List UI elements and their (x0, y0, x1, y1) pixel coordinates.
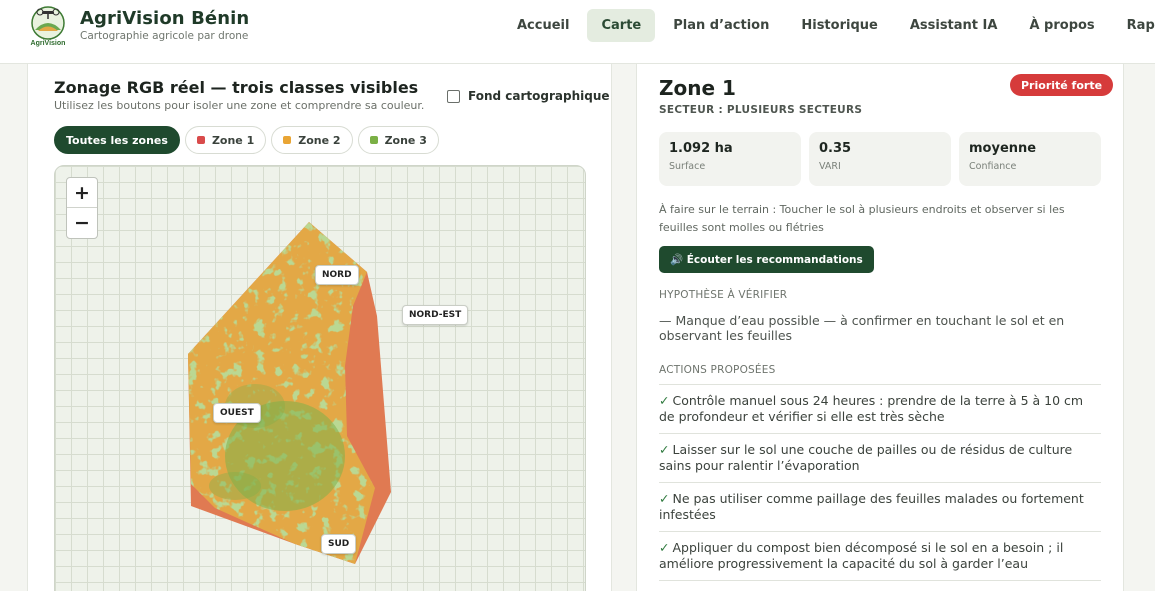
brand-tagline: Cartographie agricole par drone (80, 30, 249, 42)
label-ouest[interactable]: OUEST (213, 403, 261, 423)
stat-confiance-label: Confiance (969, 161, 1017, 172)
action-item: ✓ Contrôle manuel sous 24 heures : prendr… (659, 385, 1101, 434)
nav-assistant-ia[interactable]: Assistant IA (896, 9, 1012, 42)
zone-3-color-dot (369, 136, 378, 144)
action-text: Appliquer du compost bien décomposé si l… (659, 540, 1064, 571)
field-polygon-layer[interactable] (55, 166, 586, 591)
zone-filter-group: Toutes les zones Zone 1 Zone 2 Zone 3 (54, 126, 444, 154)
listen-recommendations-button[interactable]: 🔊 Écouter les recommandations (659, 246, 874, 273)
nav-carte[interactable]: Carte (587, 9, 656, 42)
map-panel: Zonage RGB réel — trois classes visibles… (27, 64, 612, 591)
zoom-out-button[interactable]: − (67, 208, 97, 238)
stat-vari-label: VARI (819, 161, 841, 172)
nav-plan-action[interactable]: Plan d’action (659, 9, 783, 42)
zone-detail-panel: Zone 1 SECTEUR : PLUSIEURS SECTEURS Prio… (636, 64, 1124, 591)
action-text: Contrôle manuel sous 24 heures : prendre… (659, 393, 1084, 424)
actions-list: ✓ Contrôle manuel sous 24 heures : prendr… (659, 384, 1101, 581)
zoom-in-button[interactable]: + (67, 178, 97, 208)
zone-2-color-dot (283, 136, 292, 144)
action-item: ✓ Ne pas utiliser comme paillage des feui… (659, 483, 1101, 532)
stat-vari-value: 0.35 (819, 141, 852, 156)
basemap-toggle[interactable]: Fond cartographique (447, 89, 610, 103)
stat-confiance-value: moyenne (969, 141, 1037, 156)
map-panel-title: Zonage RGB réel — trois classes visibles (54, 78, 419, 97)
zone-title: Zone 1 (659, 76, 736, 100)
field-task-text: À faire sur le terrain : Toucher le sol … (659, 203, 1065, 234)
stat-surface-value: 1.092 ha (669, 141, 733, 156)
basemap-checkbox[interactable] (447, 89, 460, 103)
stat-surface: 1.092 ha Surface (659, 132, 801, 186)
filter-zone-1-label: Zone 1 (211, 133, 255, 147)
basemap-label: Fond cartographique (468, 89, 610, 103)
hypothesis-text: — Manque d’eau possible — à confirmer en… (659, 313, 1065, 343)
nav-rapport[interactable]: Rapport (1113, 9, 1155, 42)
stat-surface-label: Surface (669, 161, 706, 172)
filter-zone-1[interactable]: Zone 1 (184, 126, 267, 154)
label-nord-est[interactable]: NORD-EST (402, 305, 469, 325)
nav-a-propos[interactable]: À propos (1015, 9, 1108, 42)
check-icon: ✓ (659, 393, 670, 408)
stat-confiance: moyenne Confiance (959, 132, 1101, 186)
zone-stats: 1.092 ha Surface 0.35 VARI moyenne Confi… (659, 132, 1109, 186)
main-nav: Accueil Carte Plan d’action Historique A… (503, 9, 1155, 42)
filter-zone-3[interactable]: Zone 3 (357, 126, 439, 154)
brand-logo[interactable]: AgriVision (27, 4, 69, 50)
hypothesis-heading: HYPOTHÈSE À VÉRIFIER (659, 289, 788, 301)
filter-zone-2-label: Zone 2 (298, 133, 341, 147)
filter-all-zones-label: Toutes les zones (66, 133, 168, 147)
check-icon: ✓ (659, 540, 670, 555)
action-item: ✓ Laisser sur le sol une couche de paille… (659, 434, 1101, 483)
action-text: Laisser sur le sol une couche de pailles… (659, 442, 1073, 473)
filter-all-zones[interactable]: Toutes les zones (54, 126, 180, 154)
check-icon: ✓ (659, 442, 670, 457)
zoom-controls: + − (66, 177, 98, 239)
field-map[interactable]: + − NORD NORD-EST OUEST SUD (54, 165, 586, 591)
action-item: ✓ Appliquer du compost bien décomposé si … (659, 532, 1101, 581)
check-icon: ✓ (659, 491, 670, 506)
priority-badge: Priorité forte (1010, 74, 1114, 96)
brand-name: AgriVision Bénin (80, 8, 250, 29)
zone-sector: SECTEUR : PLUSIEURS SECTEURS (659, 104, 863, 116)
actions-heading: ACTIONS PROPOSÉES (659, 364, 776, 376)
top-navigation-bar: AgriVision AgriVision Bénin Cartographie… (0, 0, 1155, 64)
label-sud[interactable]: SUD (321, 534, 357, 554)
nav-accueil[interactable]: Accueil (503, 9, 583, 42)
filter-zone-2[interactable]: Zone 2 (271, 126, 353, 154)
zone-1-color-dot (196, 136, 205, 144)
action-text: Ne pas utiliser comme paillage des feuil… (659, 491, 1084, 522)
logo-text: AgriVision (31, 40, 66, 47)
map-panel-subtitle: Utilisez les boutons pour isoler une zon… (54, 99, 425, 112)
nav-historique[interactable]: Historique (787, 9, 891, 42)
filter-zone-3-label: Zone 3 (384, 133, 427, 147)
label-nord[interactable]: NORD (315, 265, 359, 285)
stat-vari: 0.35 VARI (809, 132, 951, 186)
